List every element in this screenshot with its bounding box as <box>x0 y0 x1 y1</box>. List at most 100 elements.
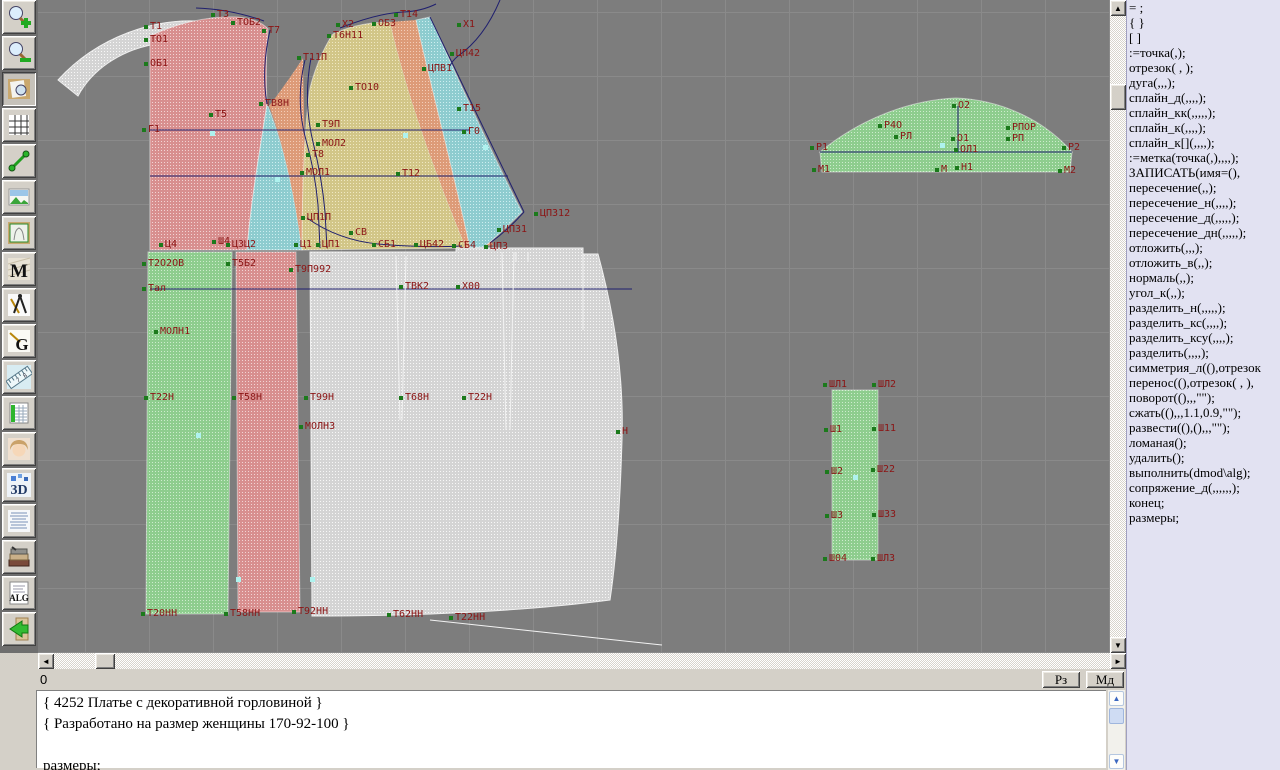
point-marker <box>142 287 146 291</box>
point-label: ТО1 <box>150 34 168 45</box>
algorithm-editor[interactable]: { 4252 Платье с декоративной горловиной … <box>36 690 1106 768</box>
command-item[interactable]: поворот((),,,""); <box>1127 390 1280 405</box>
command-item[interactable]: пересечение_н(,,,,); <box>1127 195 1280 210</box>
command-item[interactable]: :=точка(,); <box>1127 45 1280 60</box>
canvas-hscrollbar[interactable]: ◄ ► <box>38 653 1126 669</box>
command-item[interactable]: пересечение_д(,,,,,); <box>1127 210 1280 225</box>
exit-button[interactable] <box>2 612 36 646</box>
scroll-left-button[interactable]: ◄ <box>38 653 54 669</box>
point-marker <box>372 243 376 247</box>
point-marker <box>144 396 148 400</box>
point-label: ЦП42 <box>456 48 480 59</box>
command-item[interactable]: симметрия_л((),отрезок <box>1127 360 1280 375</box>
command-item[interactable]: перенос((),отрезок( , ), <box>1127 375 1280 390</box>
command-item[interactable]: :=метка(точка(,),,,,); <box>1127 150 1280 165</box>
command-item[interactable]: угол_к(,,); <box>1127 285 1280 300</box>
point-label: МОЛН3 <box>305 421 335 432</box>
command-item[interactable]: отложить_в(,,); <box>1127 255 1280 270</box>
point-marker <box>297 56 301 60</box>
command-item[interactable]: разделить_кс(,,,,); <box>1127 315 1280 330</box>
measure-line-button[interactable] <box>2 144 36 178</box>
command-item[interactable]: сплайн_к(,,,,); <box>1127 120 1280 135</box>
model-photo-button[interactable] <box>2 432 36 466</box>
command-item[interactable]: отложить(,,,); <box>1127 240 1280 255</box>
scroll-up-button[interactable]: ▲ <box>1110 0 1126 16</box>
point-marker <box>616 430 620 434</box>
command-item[interactable]: [ ] <box>1127 30 1280 45</box>
command-item[interactable]: отрезок( , ); <box>1127 60 1280 75</box>
algorithm-button[interactable]: ALG <box>2 576 36 610</box>
selected-point-marker <box>853 475 858 480</box>
arrow-down-icon: ▼ <box>1113 757 1121 766</box>
point-marker <box>456 285 460 289</box>
command-item[interactable]: размеры; <box>1127 510 1280 525</box>
piece-skirt-red[interactable] <box>236 252 300 612</box>
pattern-cad-app: { "toolbar": { "items": ["zoom-in","zoom… <box>0 0 1280 770</box>
command-panel: = ;{ }[ ]:=точка(,);отрезок( , );дуга(,,… <box>1126 0 1280 770</box>
hscroll-thumb[interactable] <box>95 653 115 669</box>
editor-line: { Разработано на размер женщины 170-92-1… <box>43 714 1106 735</box>
point-label: ТВК2 <box>405 281 429 292</box>
arrow-up-icon: ▲ <box>1114 4 1122 13</box>
command-item[interactable]: сплайн_к[](,,,,); <box>1127 135 1280 150</box>
piece-skirt-white[interactable] <box>310 248 622 616</box>
drafting-tools-button[interactable] <box>2 288 36 322</box>
command-item[interactable]: ломаная(); <box>1127 435 1280 450</box>
g-drafting-button[interactable]: G <box>2 324 36 358</box>
command-item[interactable]: нормаль(,,); <box>1127 270 1280 285</box>
3d-view-button[interactable]: 3D <box>2 468 36 502</box>
image-view-button[interactable] <box>2 180 36 214</box>
text-list-button[interactable] <box>2 504 36 538</box>
sheet-preview-button[interactable] <box>2 72 36 106</box>
command-item[interactable]: сжать((),,,1.1,0.9,""); <box>1127 405 1280 420</box>
command-item[interactable]: { } <box>1127 15 1280 30</box>
scroll-down-button[interactable]: ▼ <box>1110 637 1126 653</box>
fabric-m-button[interactable]: M <box>2 252 36 286</box>
vscroll-thumb[interactable] <box>1110 84 1126 110</box>
drawing-canvas[interactable]: Т1ТО1ОБ1Т3ТОБ2Т7Х2Т6Н11ОБ3Т14Х1ЦП42ЦПВ1Т… <box>38 0 1110 653</box>
point-marker <box>422 67 426 71</box>
command-item[interactable]: разделить_ксу(,,,,); <box>1127 330 1280 345</box>
command-item[interactable]: развести((),(),,,""); <box>1127 420 1280 435</box>
pattern-sheet-button[interactable] <box>2 216 36 250</box>
zoom-out-button[interactable] <box>2 36 36 70</box>
md-button[interactable]: Мд <box>1086 671 1124 688</box>
command-item[interactable]: дуга(,,,); <box>1127 75 1280 90</box>
command-item[interactable]: сплайн_кк(,,,,,); <box>1127 105 1280 120</box>
ruler-button[interactable]: 78 <box>2 360 36 394</box>
point-label: Т1 <box>150 21 162 32</box>
zoom-in-button[interactable] <box>2 0 36 34</box>
editor-scroll-down-button[interactable]: ▼ <box>1109 754 1124 769</box>
size-table-button[interactable] <box>2 396 36 430</box>
point-marker <box>336 23 340 27</box>
command-item[interactable]: ЗАПИСАТЬ(имя=(), <box>1127 165 1280 180</box>
methods-library-button[interactable] <box>2 540 36 574</box>
scroll-right-button[interactable]: ► <box>1110 653 1126 669</box>
piece-skirt-green[interactable] <box>146 252 232 614</box>
command-item[interactable]: сплайн_д(,,,,); <box>1127 90 1280 105</box>
editor-scroll-thumb[interactable] <box>1109 708 1124 724</box>
command-item[interactable]: конец; <box>1127 495 1280 510</box>
command-item[interactable]: пересечение_дн(,,,,,); <box>1127 225 1280 240</box>
command-item[interactable]: сопряжение_д(,,,,,,); <box>1127 480 1280 495</box>
point-marker <box>301 216 305 220</box>
point-marker <box>387 613 391 617</box>
point-label: ТВ8Н <box>265 98 289 109</box>
editor-scroll-up-button[interactable]: ▲ <box>1109 691 1124 706</box>
point-marker <box>449 616 453 620</box>
editor-scrollbar[interactable]: ▲ ▼ <box>1108 690 1125 770</box>
point-marker <box>872 513 876 517</box>
command-item[interactable]: = ; <box>1127 0 1280 15</box>
grid-button[interactable] <box>2 108 36 142</box>
rz-button[interactable]: Рз <box>1042 671 1080 688</box>
command-item[interactable]: разделить(,,,,); <box>1127 345 1280 360</box>
point-marker <box>457 23 461 27</box>
point-label: Р2 <box>1068 142 1080 153</box>
image-view-icon <box>6 184 32 210</box>
canvas-vscrollbar[interactable]: ▲ ▼ <box>1110 0 1126 653</box>
command-item[interactable]: удалить(); <box>1127 450 1280 465</box>
point-label: ШЛ1 <box>829 379 847 390</box>
command-item[interactable]: пересечение(,,); <box>1127 180 1280 195</box>
command-item[interactable]: разделить_н(,,,,,); <box>1127 300 1280 315</box>
command-item[interactable]: выполнить(dmod\alg); <box>1127 465 1280 480</box>
